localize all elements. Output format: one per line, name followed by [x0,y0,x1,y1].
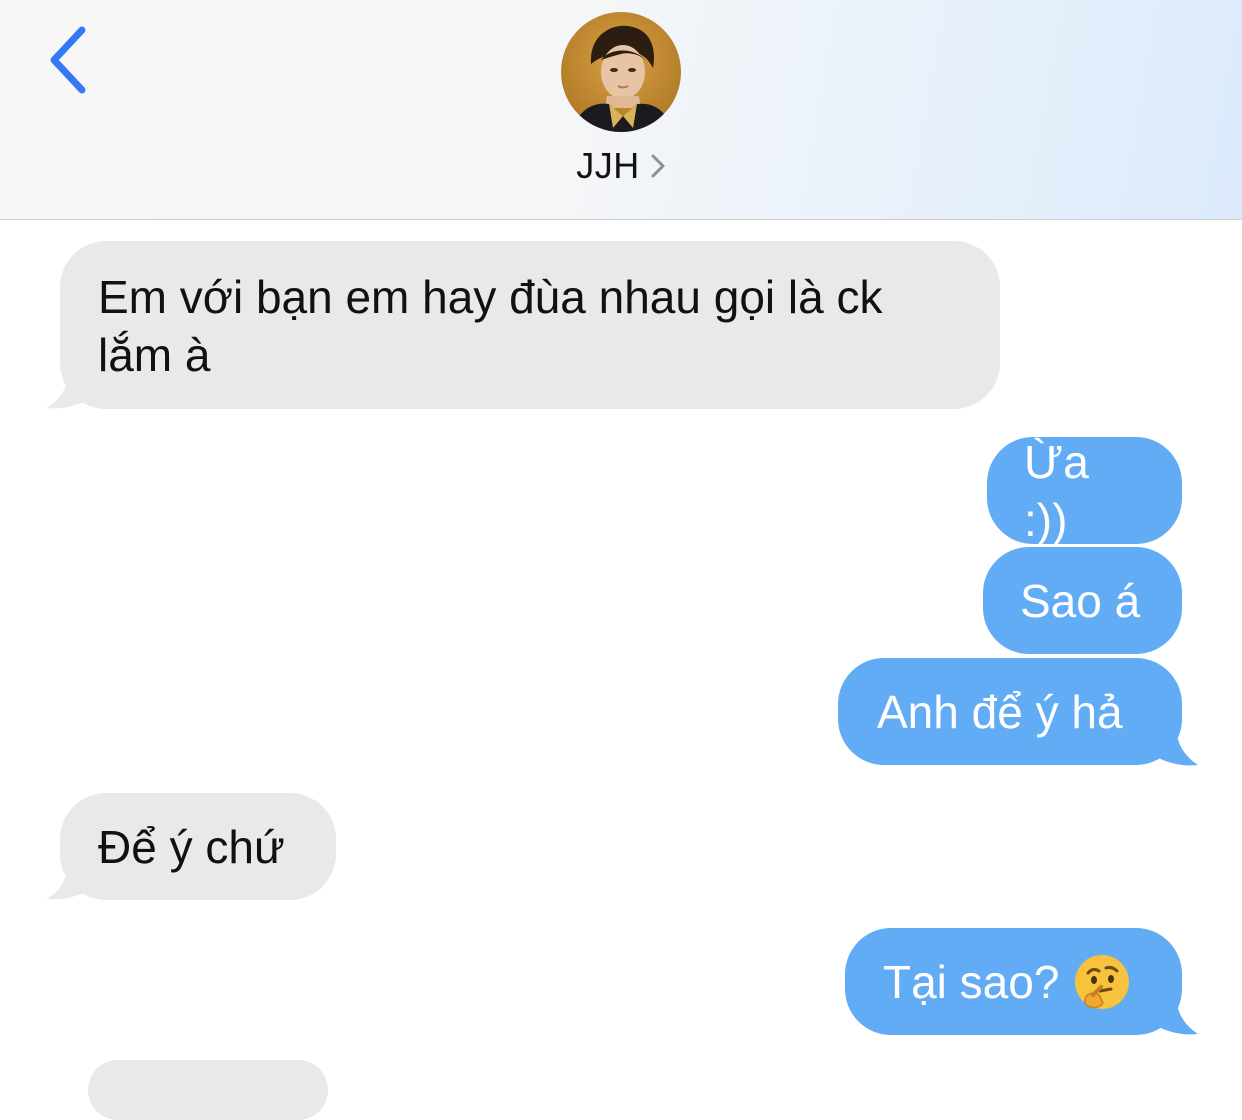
chevron-right-icon [651,154,665,178]
message-text: Để ý chứ [98,820,285,873]
message-text: Sao á [1020,574,1141,627]
message-text: Anh để ý hả [877,685,1123,738]
contact-avatar[interactable] [561,12,681,132]
chevron-left-icon [50,26,86,94]
bubble-tail [1148,994,1198,1035]
contact-name: JJH [576,145,640,186]
sent-message-bubble[interactable]: Ừa :)) [987,436,1182,546]
bubble-tail [46,861,96,900]
thinking-face-icon [1075,954,1130,1009]
received-message-bubble[interactable] [88,1060,328,1120]
sent-message-bubble[interactable]: Sao á [983,547,1182,654]
received-message-bubble[interactable]: Em với bạn em hay đùa nhau gọi là ck lắm… [60,241,1000,409]
sent-message-bubble[interactable]: Tại sao? [845,928,1182,1035]
message-text: Tại sao? [883,955,1060,1008]
message-text: Ừa :)) [1024,435,1089,546]
conversation-header: JJH [0,0,1242,220]
sent-message-bubble[interactable]: Anh để ý hả [838,658,1182,765]
avatar-photo [561,12,681,132]
back-button[interactable] [38,20,108,100]
message-text: Em với bạn em hay đùa nhau gọi là ck lắm… [98,271,883,381]
contact-name-button[interactable]: JJH [0,140,1242,192]
bubble-tail [46,370,96,409]
bubble-tail [1148,725,1198,766]
